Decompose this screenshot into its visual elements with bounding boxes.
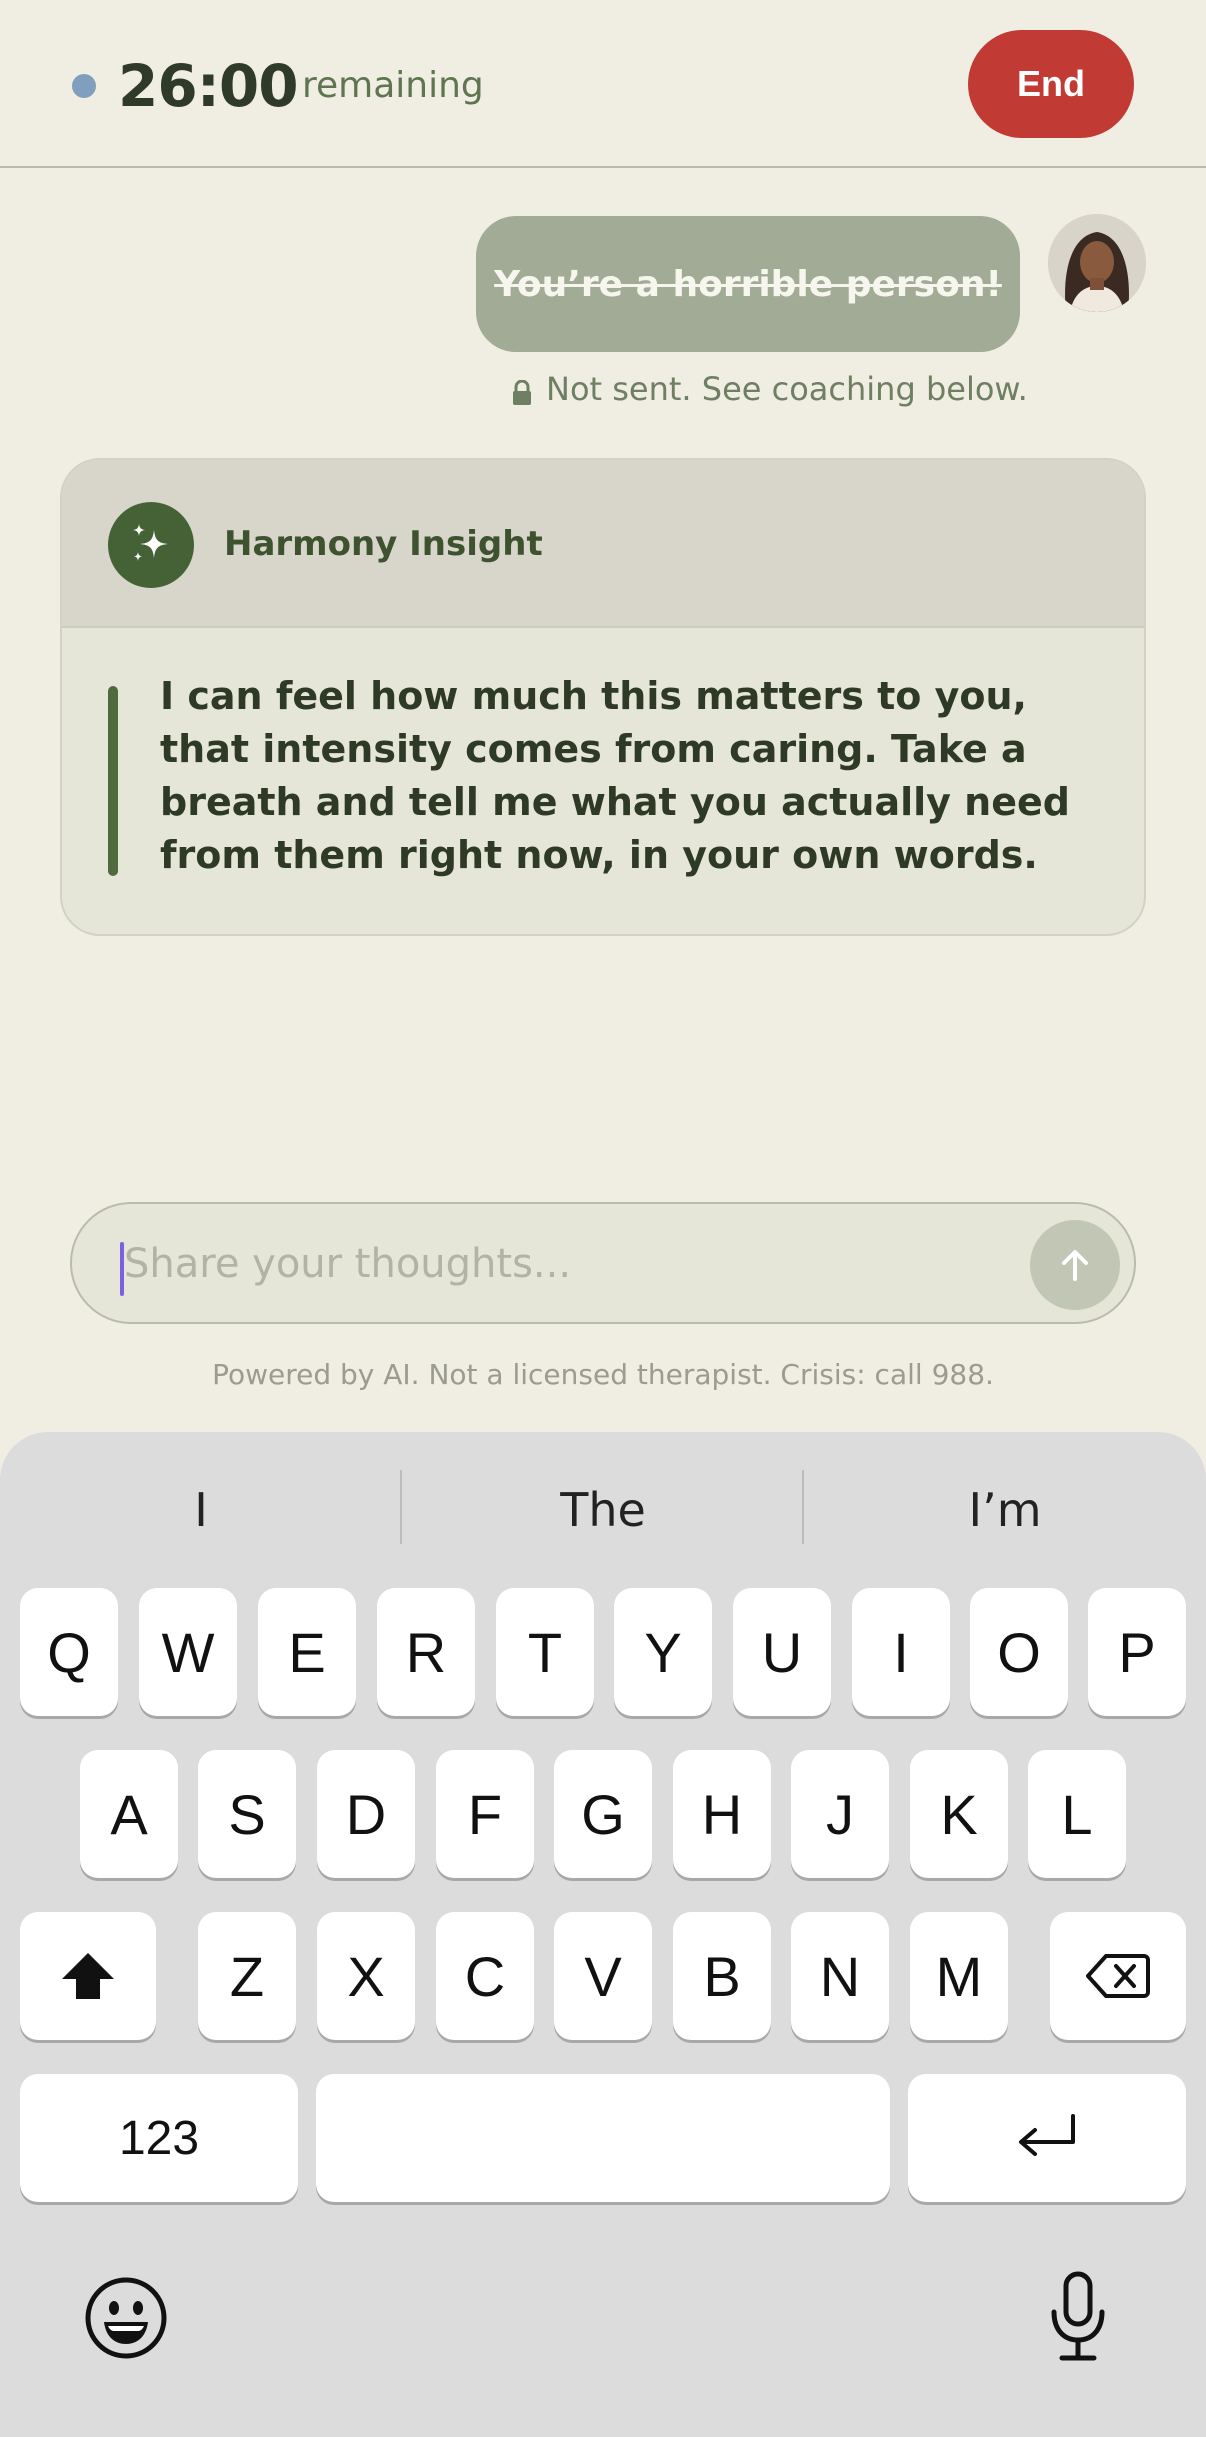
key-a[interactable]: A — [80, 1750, 178, 1878]
insight-title: Harmony Insight — [224, 524, 543, 564]
session-header: 26:00 remaining End — [0, 0, 1206, 168]
session-timer: 26:00 — [118, 52, 299, 120]
shift-icon — [62, 1953, 114, 1999]
key-i[interactable]: I — [852, 1588, 950, 1716]
key-w[interactable]: W — [139, 1588, 237, 1716]
key-u[interactable]: U — [733, 1588, 831, 1716]
key-k[interactable]: K — [910, 1750, 1008, 1878]
key-f[interactable]: F — [436, 1750, 534, 1878]
suggestion-1[interactable]: I — [0, 1472, 402, 1548]
quote-bar — [108, 686, 118, 876]
return-icon — [1019, 2114, 1075, 2156]
backspace-icon — [1086, 1954, 1150, 1998]
status-dot — [72, 74, 96, 98]
remaining-label: remaining — [302, 65, 484, 106]
key-s[interactable]: S — [198, 1750, 296, 1878]
key-h[interactable]: H — [673, 1750, 771, 1878]
not-sent-text: Not sent. See coaching below. — [546, 370, 1028, 408]
sparkle-icon — [108, 502, 194, 588]
ai-disclaimer: Powered by AI. Not a licensed therapist.… — [212, 1358, 994, 1391]
emoji-icon[interactable] — [82, 2274, 170, 2362]
key-j[interactable]: J — [791, 1750, 889, 1878]
key-e[interactable]: E — [258, 1588, 356, 1716]
insight-card-header: Harmony Insight — [62, 460, 1144, 628]
microphone-icon[interactable] — [1036, 2268, 1120, 2366]
lock-icon — [512, 376, 532, 405]
key-o[interactable]: O — [970, 1588, 1068, 1716]
key-n[interactable]: N — [791, 1912, 889, 2040]
key-p[interactable]: P — [1088, 1588, 1186, 1716]
suggestion-3[interactable]: I’m — [804, 1472, 1206, 1548]
backspace-key[interactable] — [1050, 1912, 1186, 2040]
key-v[interactable]: V — [554, 1912, 652, 2040]
not-sent-notice: Not sent. See coaching below. — [512, 366, 1028, 412]
return-key[interactable] — [908, 2074, 1186, 2202]
key-r[interactable]: R — [377, 1588, 475, 1716]
avatar — [1048, 214, 1146, 312]
insight-body: I can feel how much this matters to you,… — [160, 674, 1070, 877]
end-session-button[interactable]: End — [968, 30, 1134, 138]
key-m[interactable]: M — [910, 1912, 1008, 2040]
blocked-message-bubble: You’re a horrible person! — [476, 216, 1020, 352]
on-screen-keyboard: I The I’m Q W E R T Y U I O P A S D F G … — [0, 1432, 1206, 2437]
numbers-key[interactable]: 123 — [20, 2074, 298, 2202]
suggestion-2[interactable]: The — [402, 1472, 804, 1548]
shift-key[interactable] — [20, 1912, 156, 2040]
key-x[interactable]: X — [317, 1912, 415, 2040]
arrow-up-icon — [1062, 1250, 1088, 1281]
send-button[interactable] — [1030, 1220, 1120, 1310]
key-b[interactable]: B — [673, 1912, 771, 2040]
insight-card: Harmony Insight I can feel how much this… — [60, 458, 1146, 936]
message-input[interactable] — [124, 1228, 1044, 1300]
key-l[interactable]: L — [1028, 1750, 1126, 1878]
key-y[interactable]: Y — [614, 1588, 712, 1716]
key-d[interactable]: D — [317, 1750, 415, 1878]
key-q[interactable]: Q — [20, 1588, 118, 1716]
blocked-message-text: You’re a horrible person! — [494, 263, 1002, 305]
key-z[interactable]: Z — [198, 1912, 296, 2040]
key-t[interactable]: T — [496, 1588, 594, 1716]
key-g[interactable]: G — [554, 1750, 652, 1878]
key-c[interactable]: C — [436, 1912, 534, 2040]
message-composer — [70, 1202, 1136, 1324]
space-key[interactable] — [316, 2074, 890, 2202]
